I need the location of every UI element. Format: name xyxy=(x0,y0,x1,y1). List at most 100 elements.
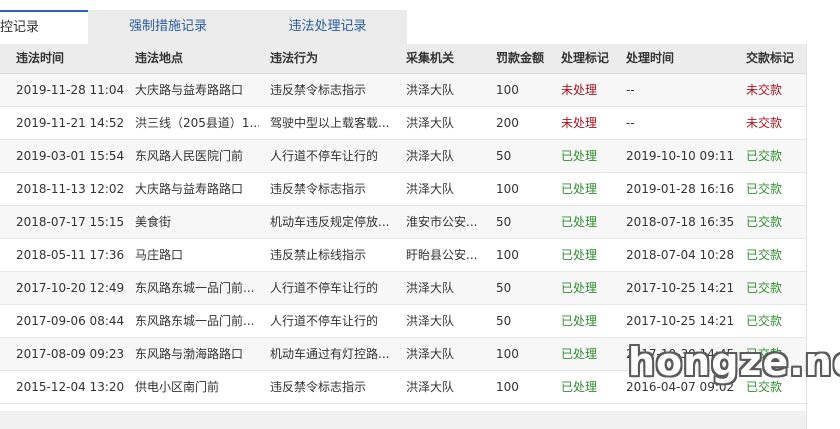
header-fine-amount: 罚款金额 xyxy=(496,51,545,65)
tab-violation-processing-records[interactable]: 违法处理记录 xyxy=(248,10,407,44)
header-violation-act: 违法行为 xyxy=(270,51,319,65)
cell-payment-status: 已交款 xyxy=(746,248,783,262)
cell-payment-status: 已交款 xyxy=(746,281,783,295)
table-row: 2015-12-04 13:20 供电小区南门前 违反禁令标志指示 洪泽大队 100 已处… xyxy=(0,371,806,404)
cell-process-status: 已处理 xyxy=(561,281,598,295)
cell-violation-act: 机动车通过有灯控路... xyxy=(270,347,390,361)
cell-process-time: 2019-01-28 16:16 xyxy=(626,182,735,196)
cell-payment-status: 已交款 xyxy=(746,380,783,394)
header-violation-time: 违法时间 xyxy=(16,51,65,65)
cell-collecting-org: 洪泽大队 xyxy=(406,83,455,97)
cell-process-time: 2017-10-30 14:45 xyxy=(626,347,735,361)
cell-fine-amount: 100 xyxy=(496,182,519,196)
cell-collecting-org: 洪泽大队 xyxy=(406,281,455,295)
record-tabs: 监控记录 强制措施记录 违法处理记录 xyxy=(0,10,407,44)
cell-violation-time: 2018-07-17 15:15 xyxy=(16,215,125,229)
cell-payment-status: 已交款 xyxy=(746,215,783,229)
cell-fine-amount: 50 xyxy=(496,215,512,229)
cell-payment-status: 已交款 xyxy=(746,182,783,196)
cell-process-time: 2019-10-10 09:11 xyxy=(626,149,735,163)
cell-violation-act: 违反禁令标志指示 xyxy=(270,182,367,196)
cell-fine-amount: 200 xyxy=(496,116,519,130)
cell-fine-amount: 50 xyxy=(496,281,512,295)
cell-collecting-org: 淮安市公安... xyxy=(406,215,478,229)
cell-violation-act: 人行道不停车让行的 xyxy=(270,281,379,295)
cell-violation-place: 东风路东城一品门前... xyxy=(135,314,255,328)
cell-process-time: -- xyxy=(626,83,635,97)
table-row: 2018-05-11 17:36 马庄路口 违反禁止标线指示 盱眙县公安... 100 已… xyxy=(0,239,806,272)
cell-violation-act: 人行道不停车让行的 xyxy=(270,149,379,163)
cell-process-time: 2016-04-07 09:02 xyxy=(626,380,735,394)
cell-violation-time: 2015-12-04 13:20 xyxy=(16,380,125,394)
cell-violation-time: 2017-08-09 09:23 xyxy=(16,347,125,361)
cell-violation-place: 美食街 xyxy=(135,215,172,229)
cell-fine-amount: 50 xyxy=(496,314,512,328)
cell-violation-time: 2019-11-28 11:04 xyxy=(16,83,125,97)
table-row: 2017-10-20 12:49 东风路东城一品门前... 人行道不停车让行的 洪泽大… xyxy=(0,272,806,305)
cell-collecting-org: 洪泽大队 xyxy=(406,149,455,163)
cell-violation-time: 2017-10-20 12:49 xyxy=(16,281,125,295)
cell-fine-amount: 100 xyxy=(496,347,519,361)
cell-violation-place: 东风路东城一品门前... xyxy=(135,281,255,295)
cell-violation-place: 马庄路口 xyxy=(135,248,184,262)
cell-process-status: 已处理 xyxy=(561,347,598,361)
cell-violation-act: 违反禁止标线指示 xyxy=(270,248,367,262)
cell-process-time: 2017-10-25 14:21 xyxy=(626,281,735,295)
cell-payment-status: 已交款 xyxy=(746,149,783,163)
header-violation-place: 违法地点 xyxy=(135,51,184,65)
cell-collecting-org: 盱眙县公安... xyxy=(406,248,478,262)
cell-collecting-org: 洪泽大队 xyxy=(406,347,455,361)
cell-violation-place: 大庆路与益寿路路口 xyxy=(135,182,244,196)
cell-violation-act: 违反禁令标志指示 xyxy=(270,83,367,97)
cell-violation-place: 大庆路与益寿路路口 xyxy=(135,83,244,97)
cell-process-status: 已处理 xyxy=(561,380,598,394)
table-row: 2019-03-01 15:54 东风路人民医院门前 人行道不停车让行的 洪泽大队 50… xyxy=(0,140,806,173)
table-row: 2017-08-09 09:23 东风路与渤海路路口 机动车通过有灯控路... 洪泽大… xyxy=(0,338,806,371)
cell-violation-act: 驾驶中型以上载客载... xyxy=(270,116,390,130)
cell-violation-act: 违反禁令标志指示 xyxy=(270,380,367,394)
table-row: 2017-09-06 08:44 东风路东城一品门前... 人行道不停车让行的 洪泽大… xyxy=(0,305,806,338)
table-row: 2019-11-21 14:52 洪三线（205县道）1... 驾驶中型以上载客载.… xyxy=(0,107,806,140)
tab-monitor-records[interactable]: 监控记录 xyxy=(0,10,88,44)
cell-collecting-org: 洪泽大队 xyxy=(406,116,455,130)
cell-collecting-org: 洪泽大队 xyxy=(406,380,455,394)
cell-payment-status: 已交款 xyxy=(746,314,783,328)
table-header: 违法时间 违法地点 违法行为 采集机关 罚款金额 处理标记 处理时间 交款标记 xyxy=(0,44,806,74)
tab-enforcement-records[interactable]: 强制措施记录 xyxy=(88,10,248,44)
cell-violation-time: 2018-11-13 12:02 xyxy=(16,182,125,196)
cell-violation-act: 人行道不停车让行的 xyxy=(270,314,379,328)
cell-violation-place: 东风路与渤海路路口 xyxy=(135,347,244,361)
cell-payment-status: 已交款 xyxy=(746,347,783,361)
header-payment-status: 交款标记 xyxy=(746,51,795,65)
cell-collecting-org: 洪泽大队 xyxy=(406,314,455,328)
cell-fine-amount: 100 xyxy=(496,380,519,394)
cell-violation-time: 2017-09-06 08:44 xyxy=(16,314,125,328)
app-root: 监控记录 强制措施记录 违法处理记录 违法时间 违法地点 违法行为 采集机关 罚… xyxy=(0,0,840,429)
cell-process-status: 未处理 xyxy=(561,116,598,130)
cell-violation-act: 机动车违反规定停放... xyxy=(270,215,390,229)
table-row: 2018-11-13 12:02 大庆路与益寿路路口 违反禁令标志指示 洪泽大队 100… xyxy=(0,173,806,206)
cell-violation-time: 2019-03-01 15:54 xyxy=(16,149,125,163)
table-row: 2019-11-28 11:04 大庆路与益寿路路口 违反禁令标志指示 洪泽大队 100… xyxy=(0,74,806,107)
violation-table: 违法时间 违法地点 违法行为 采集机关 罚款金额 处理标记 处理时间 交款标记 … xyxy=(0,44,807,429)
cell-process-status: 已处理 xyxy=(561,182,598,196)
header-process-status: 处理标记 xyxy=(561,51,610,65)
cell-process-status: 已处理 xyxy=(561,314,598,328)
cell-fine-amount: 100 xyxy=(496,248,519,262)
cell-violation-place: 东风路人民医院门前 xyxy=(135,149,244,163)
table-footer-bar xyxy=(0,411,806,429)
cell-process-time: 2018-07-04 10:28 xyxy=(626,248,735,262)
header-collecting-org: 采集机关 xyxy=(406,51,455,65)
cell-violation-time: 2018-05-11 17:36 xyxy=(16,248,125,262)
header-process-time: 处理时间 xyxy=(626,51,675,65)
cell-payment-status: 未交款 xyxy=(746,83,783,97)
cell-collecting-org: 洪泽大队 xyxy=(406,182,455,196)
cell-process-time: 2017-10-25 14:21 xyxy=(626,314,735,328)
cell-payment-status: 未交款 xyxy=(746,116,783,130)
cell-process-time: 2018-07-18 16:35 xyxy=(626,215,735,229)
cell-process-status: 已处理 xyxy=(561,248,598,262)
cell-process-status: 未处理 xyxy=(561,83,598,97)
cell-fine-amount: 100 xyxy=(496,83,519,97)
cell-fine-amount: 50 xyxy=(496,149,512,163)
cell-process-time: -- xyxy=(626,116,635,130)
